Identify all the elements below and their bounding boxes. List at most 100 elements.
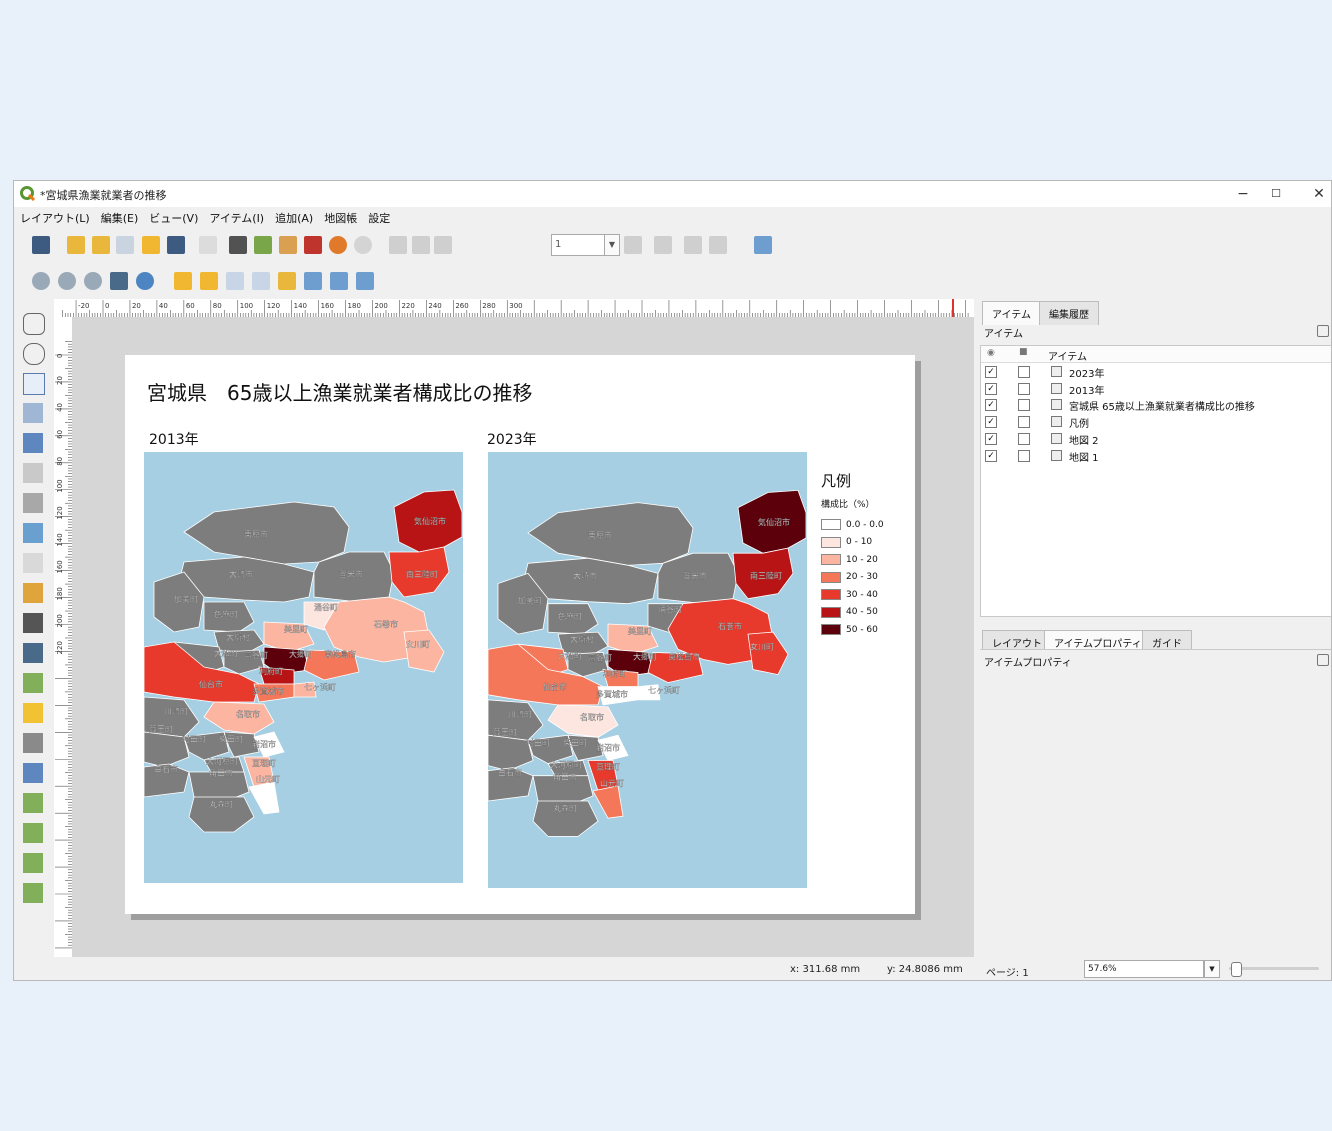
open-template-icon[interactable] [142, 236, 160, 254]
lock-checkbox[interactable] [1018, 449, 1030, 462]
map-right-label[interactable]: 2023年 [487, 429, 537, 449]
group-items-icon[interactable] [226, 272, 244, 290]
undo-icon[interactable] [329, 236, 347, 254]
map-2013[interactable]: 栗原市 大崎市 登米市 気仙沼市 南三陸町 加美町 色麻町 涌谷町 美里町 石巻市 女川町 大衡村 大和… [144, 452, 463, 883]
print-icon[interactable] [229, 236, 247, 254]
select-tool-icon[interactable] [23, 373, 45, 395]
refresh-icon[interactable] [136, 272, 154, 290]
item-row[interactable]: ✓ 凡例 [981, 414, 1331, 430]
visibility-checkbox[interactable]: ✓ [985, 449, 997, 462]
export-image-icon[interactable] [254, 236, 272, 254]
distribute-items-icon[interactable] [330, 272, 348, 290]
add-shape-icon[interactable] [23, 673, 43, 693]
lock-checkbox[interactable] [1018, 366, 1030, 378]
lock-checkbox[interactable] [1018, 399, 1030, 412]
align-items-icon[interactable] [304, 272, 322, 290]
redo-icon[interactable] [354, 236, 372, 254]
add-picture-icon[interactable] [23, 523, 43, 543]
add-polygon-icon[interactable] [23, 763, 43, 783]
zoom-combo[interactable]: 57.6% [1084, 960, 1204, 978]
visibility-checkbox[interactable]: ✓ [985, 432, 997, 445]
zoom-slider-handle[interactable] [1231, 962, 1242, 977]
menu-layout[interactable]: レイアウト(L) [14, 207, 95, 226]
visibility-checkbox[interactable]: ✓ [985, 399, 997, 412]
menu-edit[interactable]: 編集(E) [95, 207, 144, 226]
zoom-slider-track[interactable] [1229, 967, 1319, 970]
visibility-checkbox[interactable]: ✓ [985, 416, 997, 429]
ungroup-items-icon[interactable] [252, 272, 270, 290]
item-row[interactable]: ✓ 地図 2 [981, 431, 1331, 447]
item-row[interactable]: ✓ 宮城県 65歳以上漁業就業者構成比の推移 [981, 397, 1331, 413]
chevron-down-icon[interactable]: ▼ [604, 234, 620, 256]
add-page-icon[interactable] [199, 236, 217, 254]
first-feature-icon[interactable] [412, 236, 430, 254]
layout-manager-icon[interactable] [116, 236, 134, 254]
lock-checkbox[interactable] [1018, 416, 1030, 429]
add-polyline-icon[interactable] [23, 733, 43, 753]
float-panel-icon[interactable] [1317, 325, 1329, 337]
chevron-down-icon[interactable]: ▼ [1204, 960, 1220, 978]
add-attribute-table-icon[interactable] [23, 823, 43, 843]
duplicate-layout-icon[interactable] [92, 236, 110, 254]
menu-add[interactable]: 追加(A) [269, 207, 318, 226]
new-layout-icon[interactable] [67, 236, 85, 254]
zoom-in-icon[interactable] [32, 272, 50, 290]
resize-items-icon[interactable] [356, 272, 374, 290]
lock-checkbox[interactable] [1018, 382, 1030, 395]
layout-title[interactable]: 宮城県 65歳以上漁業就業者構成比の推移 [147, 377, 532, 406]
tab-items[interactable]: アイテム [982, 301, 1041, 325]
add-elevation-profile-icon[interactable] [23, 883, 43, 903]
previous-feature-icon[interactable] [434, 236, 452, 254]
zoom-actual-icon[interactable] [84, 272, 102, 290]
atlas-preview-icon[interactable] [389, 236, 407, 254]
item-row[interactable]: ✓ 2023年 [981, 364, 1331, 380]
add-map-icon[interactable] [23, 463, 43, 483]
edit-nodes-icon[interactable] [23, 433, 43, 453]
add-html-icon[interactable] [23, 793, 43, 813]
visibility-checkbox[interactable]: ✓ [985, 366, 997, 378]
export-svg-icon[interactable] [279, 236, 297, 254]
float-panel-icon[interactable] [1317, 654, 1329, 666]
map-2023[interactable]: 栗原市 大崎市 登米市 気仙沼市 南三陸町 加美町 色麻町 涌谷町 美里町 石巻市 女川町 大衡村 大和… [488, 452, 807, 888]
export-pdf-icon[interactable] [304, 236, 322, 254]
add-north-arrow-icon[interactable] [23, 643, 43, 663]
menu-atlas[interactable]: 地図帳 [318, 207, 362, 226]
unlock-items-icon[interactable] [200, 272, 218, 290]
place-label: 大和町 [558, 650, 582, 660]
close-button[interactable]: ✕ [1299, 183, 1331, 205]
tab-undo-history[interactable]: 編集履歴 [1039, 301, 1099, 325]
lock-items-icon[interactable] [174, 272, 192, 290]
add-marker-icon[interactable] [23, 703, 43, 723]
add-fixed-table-icon[interactable] [23, 853, 43, 873]
legend[interactable]: 凡例 構成比（%） 0.0 - 0.0 0 - 10 10 - 20 20 - 30 3… [821, 470, 911, 639]
layout-page[interactable]: 宮城県 65歳以上漁業就業者構成比の推移 2013年 2023年 栗原市 大崎市 登… [125, 355, 915, 914]
export-atlas-icon[interactable] [709, 236, 727, 254]
zoom-full-icon[interactable] [110, 272, 128, 290]
visibility-checkbox[interactable]: ✓ [985, 382, 997, 395]
add-scalebar-icon[interactable] [23, 613, 43, 633]
menu-settings[interactable]: 設定 [362, 207, 395, 226]
maximize-button[interactable]: ☐ [1256, 183, 1296, 205]
raise-items-icon[interactable] [278, 272, 296, 290]
last-feature-icon[interactable] [654, 236, 672, 254]
item-row[interactable]: ✓ 地図 1 [981, 448, 1331, 464]
atlas-page-input[interactable]: 1 [551, 234, 607, 256]
pan-icon[interactable] [23, 313, 45, 335]
zoom-tool-icon[interactable] [23, 343, 45, 365]
map-left-label[interactable]: 2013年 [149, 429, 199, 449]
next-feature-icon[interactable] [624, 236, 642, 254]
add-label-icon[interactable] [23, 553, 43, 573]
save-icon[interactable] [32, 236, 50, 254]
save-template-icon[interactable] [167, 236, 185, 254]
move-content-icon[interactable] [23, 403, 43, 423]
item-row[interactable]: ✓ 2013年 [981, 381, 1331, 397]
atlas-settings-icon[interactable] [754, 236, 772, 254]
zoom-out-icon[interactable] [58, 272, 76, 290]
add-legend-icon[interactable] [23, 583, 43, 603]
menu-view[interactable]: ビュー(V) [143, 207, 203, 226]
layout-canvas[interactable]: 宮城県 65歳以上漁業就業者構成比の推移 2013年 2023年 栗原市 大崎市 登… [72, 317, 974, 957]
lock-checkbox[interactable] [1018, 432, 1030, 445]
print-atlas-icon[interactable] [684, 236, 702, 254]
add-3d-map-icon[interactable] [23, 493, 43, 513]
menu-items[interactable]: アイテム(I) [203, 207, 269, 226]
